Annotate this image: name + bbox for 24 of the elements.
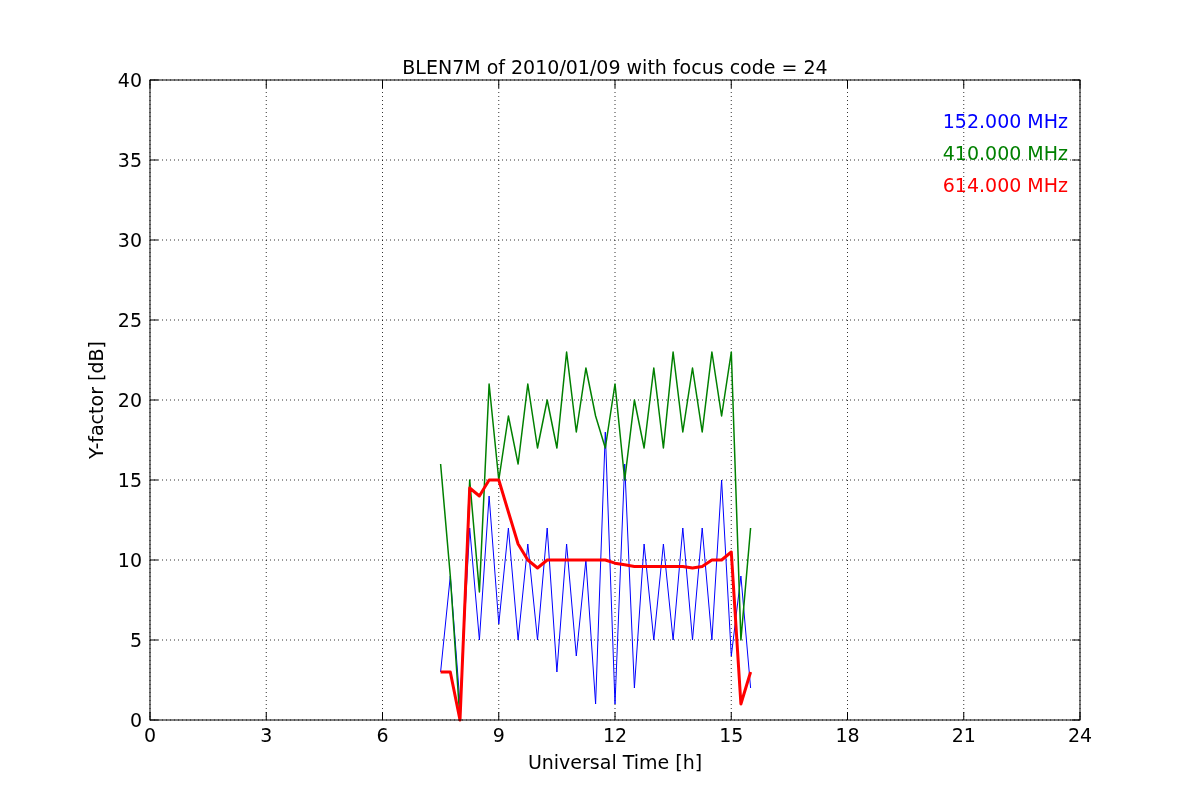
tick-label: 40 xyxy=(117,69,142,91)
tick-label: 15 xyxy=(719,724,744,746)
tick-label: 24 xyxy=(1067,724,1093,746)
tick-label: 12 xyxy=(602,724,628,746)
tick-label: 35 xyxy=(117,149,142,171)
legend-label: 410.000 MHz xyxy=(942,142,1068,164)
tick-label: 25 xyxy=(117,309,142,331)
tick-label: 9 xyxy=(492,724,505,746)
legend-label: 152.000 MHz xyxy=(942,110,1068,132)
chart-title: BLEN7M of 2010/01/09 with focus code = 24 xyxy=(402,56,828,78)
tick-label: 0 xyxy=(129,709,142,731)
tick-label: 30 xyxy=(117,229,142,251)
tick-label: 3 xyxy=(260,724,273,746)
tick-label: 20 xyxy=(117,389,142,411)
tick-label: 15 xyxy=(117,469,142,491)
tick-label: 0 xyxy=(143,724,157,746)
tick-label: 5 xyxy=(129,629,142,651)
axis-label: Universal Time [h] xyxy=(527,751,703,773)
axis-label: Y-factor [dB] xyxy=(85,341,107,459)
legend-label: 614.000 MHz xyxy=(942,174,1068,196)
tick-label: 21 xyxy=(951,724,976,746)
tick-label: 10 xyxy=(117,549,142,571)
tick-label: 18 xyxy=(835,724,860,746)
tick-label: 6 xyxy=(376,724,389,746)
